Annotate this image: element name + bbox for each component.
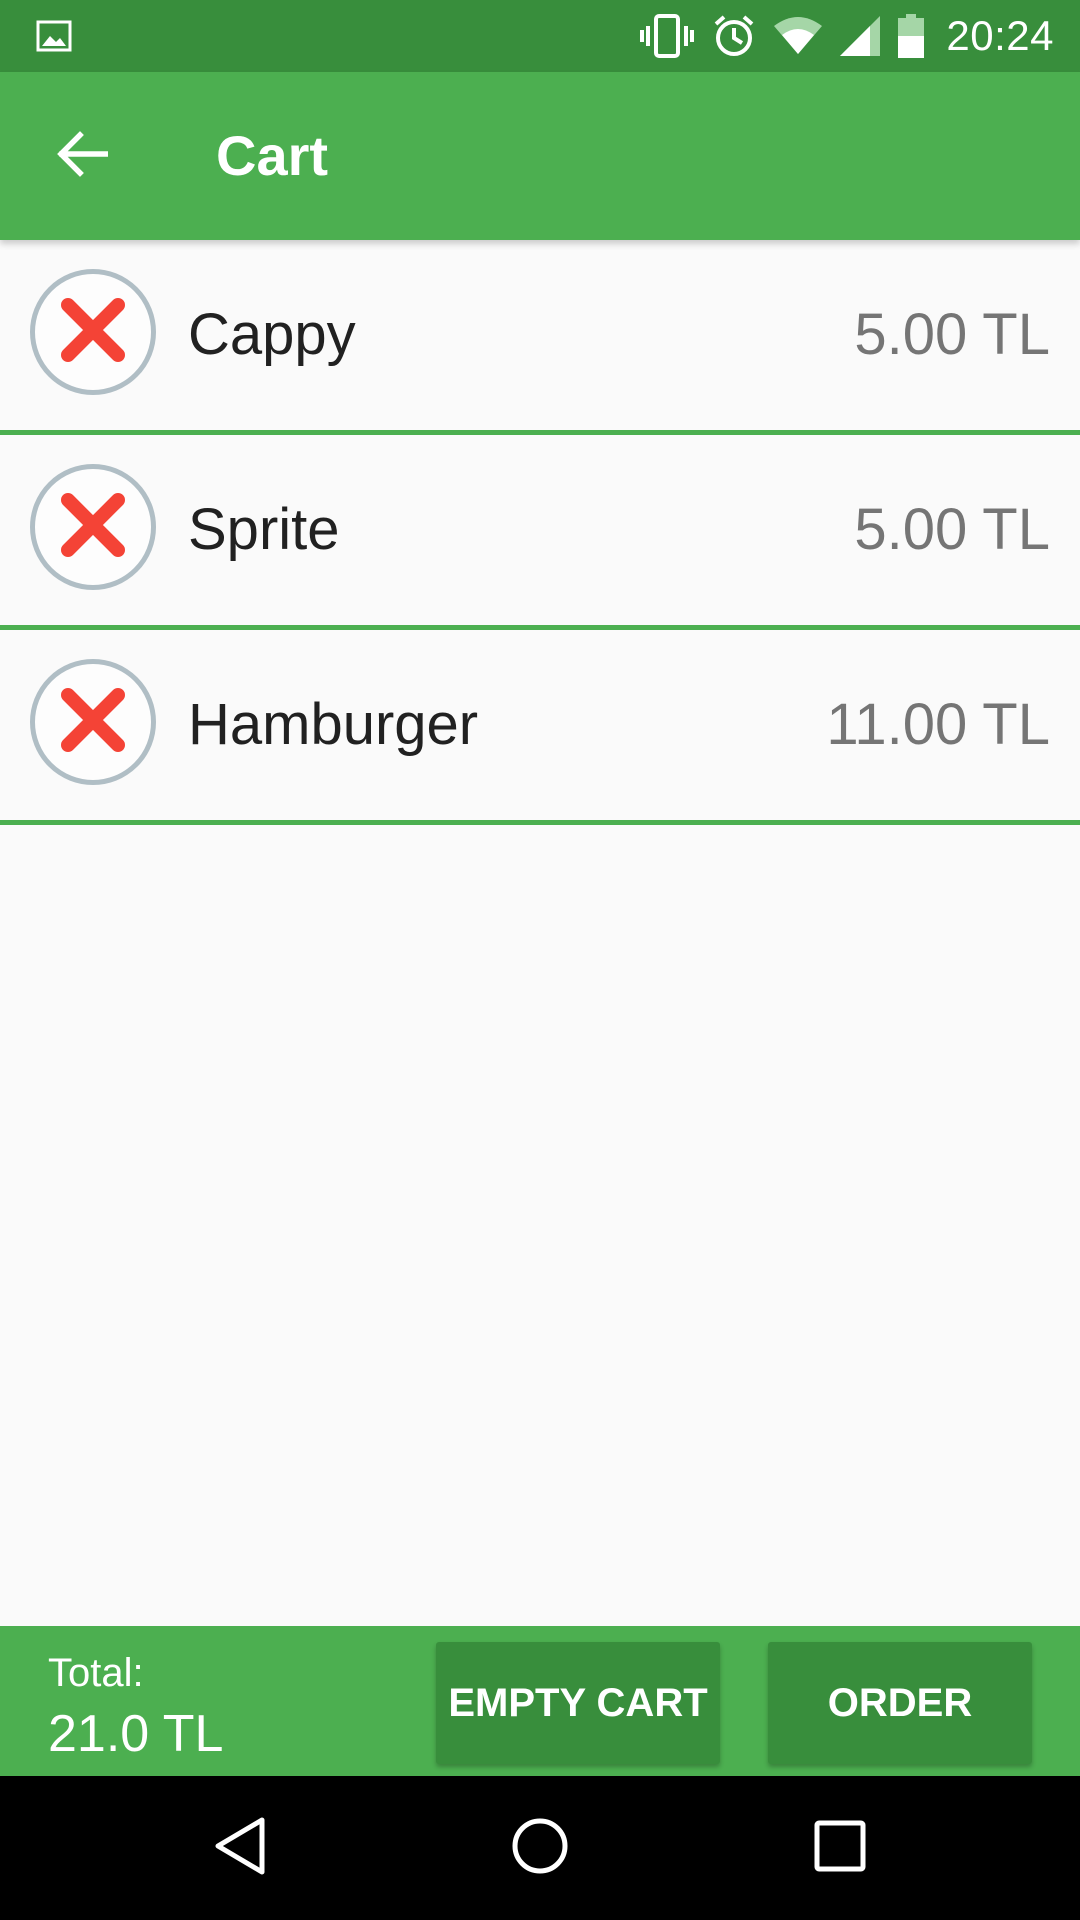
- item-name: Sprite: [188, 497, 340, 562]
- cart-list: Cappy 5.00 TL Sprite 5.00 TL Hamburger 1…: [0, 240, 1080, 825]
- nav-home-icon: [510, 1816, 570, 1881]
- remove-item-button[interactable]: [30, 659, 156, 785]
- cart-summary-bar: Total: 21.0 TL EMPTY CART ORDER: [0, 1626, 1080, 1776]
- arrow-back-icon: [56, 130, 109, 182]
- page-title: Cart: [216, 124, 329, 187]
- nav-back-icon: [212, 1816, 268, 1881]
- wifi-icon: [774, 16, 823, 56]
- remove-item-button[interactable]: [30, 269, 156, 395]
- cart-item-row: Hamburger 11.00 TL: [0, 630, 1080, 825]
- total-label: Total:: [48, 1651, 144, 1695]
- app-bar: Cart: [0, 72, 1080, 240]
- item-price: 11.00 TL: [826, 692, 1050, 757]
- item-name: Hamburger: [188, 692, 479, 757]
- status-time: 20:24: [946, 12, 1054, 59]
- navigation-bar: [0, 1776, 1080, 1920]
- nav-recents-button[interactable]: [800, 1808, 880, 1888]
- cart-item-row: Cappy 5.00 TL: [0, 240, 1080, 435]
- nav-home-button[interactable]: [500, 1808, 580, 1888]
- back-button[interactable]: [48, 122, 116, 190]
- total-value: 21.0 TL: [48, 1705, 224, 1763]
- item-price: 5.00 TL: [854, 302, 1050, 367]
- status-bar: 20:24: [0, 0, 1080, 72]
- cart-item-row: Sprite 5.00 TL: [0, 435, 1080, 630]
- order-button[interactable]: ORDER: [768, 1642, 1032, 1764]
- remove-x-icon: [58, 295, 128, 370]
- nav-recents-icon: [814, 1820, 866, 1877]
- battery-icon: [898, 14, 925, 58]
- cell-signal-icon: [840, 16, 881, 56]
- nav-back-button[interactable]: [200, 1808, 280, 1888]
- image-notification-icon: [36, 18, 72, 54]
- remove-x-icon: [58, 685, 128, 760]
- empty-cart-button[interactable]: EMPTY CART: [436, 1642, 720, 1764]
- item-name: Cappy: [188, 302, 356, 367]
- vibrate-icon: [640, 14, 695, 58]
- remove-x-icon: [58, 490, 128, 565]
- item-price: 5.00 TL: [854, 497, 1050, 562]
- alarm-icon: [712, 14, 756, 58]
- remove-item-button[interactable]: [30, 464, 156, 590]
